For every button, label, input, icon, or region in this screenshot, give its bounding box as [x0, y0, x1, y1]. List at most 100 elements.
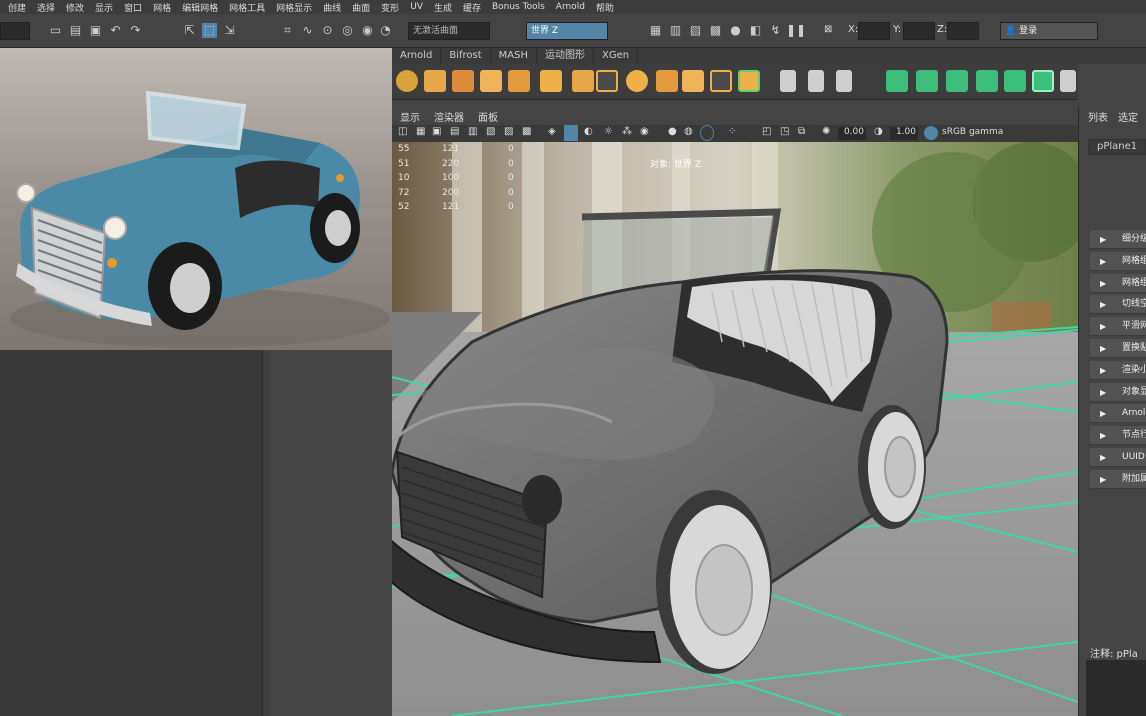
exposure-icon[interactable]: ✺	[822, 126, 830, 137]
shelf-icon-13[interactable]	[738, 70, 760, 92]
hud-icon[interactable]: ◍	[684, 126, 693, 137]
snap-grid-icon[interactable]: ⌗	[280, 23, 295, 38]
exposure-field[interactable]: 0.00	[838, 127, 866, 140]
shelf-icon-23[interactable]	[1060, 70, 1076, 92]
menu-item[interactable]: 显示	[95, 1, 113, 14]
undo-icon[interactable]: ↶	[108, 23, 123, 38]
attribute-section[interactable]: 渲染小	[1090, 360, 1146, 380]
shaded-icon[interactable]: ▤	[450, 126, 459, 137]
menu-item[interactable]: 窗口	[124, 1, 142, 14]
antialias-icon[interactable]: ◉	[640, 126, 649, 137]
menu-item[interactable]: 网格工具	[229, 1, 265, 14]
textured-icon[interactable]: ▥	[468, 126, 477, 137]
grid-icon[interactable]: ▦	[416, 126, 425, 137]
isolate-icon[interactable]: ◈	[548, 126, 556, 137]
shelf-icon-4[interactable]	[480, 70, 502, 92]
shelf-icon-11[interactable]	[682, 70, 704, 92]
menu-item[interactable]: 缓存	[463, 1, 481, 14]
shelf-icon-1[interactable]	[396, 70, 418, 92]
shelf-icon-6[interactable]	[540, 70, 562, 92]
x-field[interactable]	[858, 22, 890, 40]
menu-item[interactable]: 创建	[8, 1, 26, 14]
resolution-gate-icon[interactable]	[700, 125, 714, 141]
shelf-icon-7[interactable]	[572, 70, 594, 92]
ao-icon[interactable]: ▩	[522, 126, 531, 137]
ipr-render-icon[interactable]: ▧	[688, 23, 703, 38]
new-scene-icon[interactable]: ▭	[48, 23, 63, 38]
menu-item[interactable]: 编辑网格	[182, 1, 218, 14]
shelf-icon-3[interactable]	[452, 70, 474, 92]
space-dropdown[interactable]: 世界 Z	[526, 22, 608, 40]
shelf-icon-8[interactable]	[596, 70, 618, 92]
attribute-section[interactable]: 节点行	[1090, 426, 1146, 446]
y-field[interactable]	[903, 22, 935, 40]
snap-view-icon[interactable]: ◎	[340, 23, 355, 38]
ssao-icon[interactable]: ☼	[604, 126, 613, 137]
render-sequence-icon[interactable]: ▥	[668, 23, 683, 38]
login-dropdown[interactable]: 👤 登录	[1000, 22, 1098, 40]
attribute-editor-tab[interactable]: 列表	[1088, 109, 1108, 124]
shelf-tab[interactable]: Bifrost	[441, 48, 491, 64]
redo-icon[interactable]: ↷	[128, 23, 143, 38]
lights-icon[interactable]: ▧	[486, 126, 495, 137]
gate-mask-icon[interactable]: ⧉	[798, 126, 805, 137]
colorspace-label[interactable]: sRGB gamma	[942, 127, 1003, 137]
shelf-icon-21[interactable]	[1004, 70, 1026, 92]
shelf-icon-12[interactable]	[710, 70, 732, 92]
hypershade-icon[interactable]: ●	[728, 23, 743, 38]
select-object-icon[interactable]: ⬚	[202, 23, 217, 38]
open-scene-icon[interactable]: ▤	[68, 23, 83, 38]
notes-field[interactable]	[1086, 660, 1146, 716]
shelf-icon-14[interactable]	[780, 70, 796, 92]
safe-action-icon[interactable]: ◰	[762, 126, 771, 137]
arnold-render-icon[interactable]: ↯	[768, 23, 783, 38]
shelf-icon-15[interactable]	[808, 70, 824, 92]
menu-item[interactable]: 选择	[37, 1, 55, 14]
shelf-tab[interactable]: XGen	[594, 48, 639, 64]
attribute-section[interactable]: 附加属	[1090, 469, 1146, 489]
panel-splitter[interactable]	[262, 350, 270, 716]
film-gate-icon[interactable]: ⁘	[728, 126, 736, 137]
wireframe-icon[interactable]: ▣	[432, 126, 441, 137]
attribute-section[interactable]: 对象显	[1090, 382, 1146, 402]
attribute-section[interactable]: 细分级	[1090, 230, 1146, 249]
attribute-section[interactable]: 网格组	[1090, 251, 1146, 271]
menu-item[interactable]: Bonus Tools	[492, 2, 545, 12]
gamma-field[interactable]: 1.00	[890, 127, 918, 140]
menu-item[interactable]: 曲面	[352, 1, 370, 14]
attribute-section[interactable]: Arnold	[1090, 404, 1146, 424]
render-frame-icon[interactable]: ▦	[648, 23, 663, 38]
menu-item[interactable]: 生成	[434, 1, 452, 14]
menu-item[interactable]: 修改	[66, 1, 84, 14]
viewport-menu-item[interactable]: 显示	[400, 109, 420, 124]
render-view-icon[interactable]: ◧	[748, 23, 763, 38]
xray-joints-icon[interactable]: ◐	[584, 126, 593, 137]
viewport-menu-item[interactable]: 面板	[478, 109, 498, 124]
attribute-section[interactable]: 置换贴	[1090, 339, 1146, 358]
xray-icon[interactable]	[564, 125, 578, 141]
viewport-menu-item[interactable]: 渲染器	[434, 109, 464, 124]
menu-item[interactable]: 帮助	[596, 1, 614, 14]
shelf-icon-16[interactable]	[836, 70, 852, 92]
shelf-tab[interactable]: Arnold	[392, 48, 442, 64]
shelf-tab[interactable]: 运动图形	[537, 48, 595, 64]
attribute-section[interactable]: 网格组	[1090, 273, 1146, 293]
snap-surface-icon[interactable]: ◉	[360, 23, 375, 38]
shelf-icon-22[interactable]	[1032, 70, 1054, 92]
shelf-icon-17[interactable]	[886, 70, 908, 92]
shelf-icon-2[interactable]	[424, 70, 446, 92]
shadows-icon[interactable]: ▨	[504, 126, 513, 137]
menu-item[interactable]: 网格	[153, 1, 171, 14]
gamma-icon[interactable]: ◑	[874, 126, 883, 137]
camera-icon[interactable]: ◫	[398, 126, 407, 137]
attribute-section[interactable]: 平滑网	[1090, 317, 1146, 337]
attribute-editor-tab[interactable]: 选定	[1118, 109, 1138, 124]
perspective-viewport[interactable]	[392, 142, 1078, 716]
shelf-icon-18[interactable]	[916, 70, 938, 92]
node-tab[interactable]: pPlane1	[1088, 139, 1146, 155]
z-field[interactable]	[947, 22, 979, 40]
snap-live-icon[interactable]: ◔	[378, 23, 393, 38]
menu-item[interactable]: 曲线	[323, 1, 341, 14]
save-scene-icon[interactable]: ▣	[88, 23, 103, 38]
dof-icon[interactable]: ●	[668, 126, 677, 137]
